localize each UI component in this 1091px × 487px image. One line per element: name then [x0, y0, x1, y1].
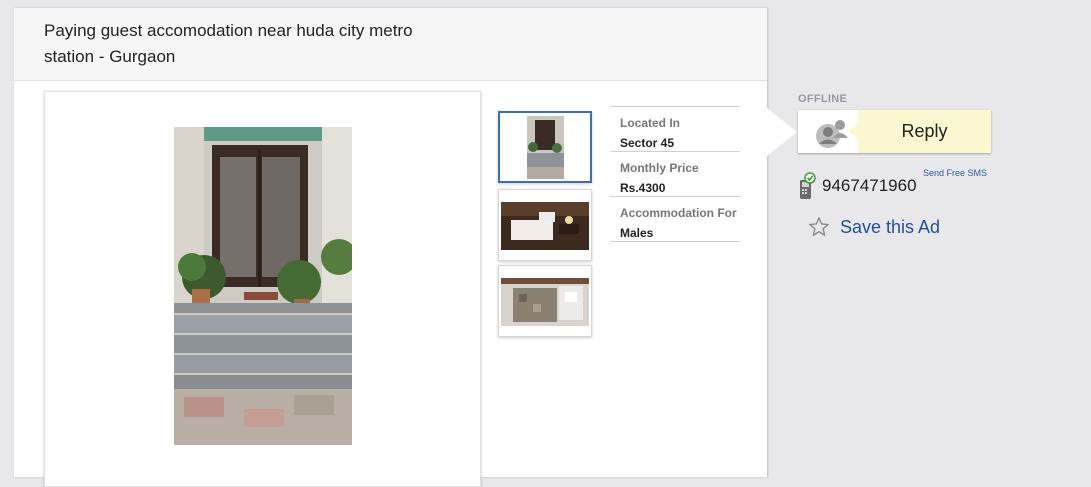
- thumbnail-bedroom[interactable]: [498, 189, 592, 261]
- attribute-value: Sector 45: [620, 136, 675, 150]
- thumbnail-entrance[interactable]: [498, 111, 592, 183]
- thumbnail-entrance-image: [500, 113, 590, 181]
- attribute-value: Males: [620, 226, 654, 240]
- attribute-label: Located In: [620, 116, 681, 130]
- attribute-location: Located In Sector 45: [610, 107, 740, 152]
- phone-number: 9467471960: [822, 176, 917, 195]
- thumbnail-bedroom-image: [499, 190, 591, 260]
- title-bar: Paying guest accomodation near huda city…: [14, 8, 767, 81]
- reply-notch: [848, 123, 858, 139]
- main-image-frame: [44, 91, 481, 487]
- attribute-accommodation: Accommodation For Males: [610, 197, 740, 242]
- save-ad-link[interactable]: Save this Ad: [840, 217, 940, 238]
- main-image[interactable]: [174, 127, 352, 445]
- attribute-label: Monthly Price: [620, 161, 699, 175]
- user-avatar-icon: [816, 120, 848, 148]
- ad-title: Paying guest accomodation near huda city…: [44, 21, 413, 66]
- ad-panel: Paying guest accomodation near huda city…: [14, 8, 767, 487]
- reply-box: Reply: [798, 110, 991, 153]
- attribute-value: Rs.4300: [620, 181, 666, 195]
- seller-status: OFFLINE: [798, 93, 848, 105]
- send-free-sms-link[interactable]: Send Free SMS: [923, 168, 987, 178]
- reply-button[interactable]: Reply: [858, 110, 991, 153]
- entrance-photo: [174, 127, 352, 445]
- ad-attributes: Located In Sector 45 Monthly Price Rs.43…: [610, 106, 740, 242]
- panel-pointer: [767, 108, 797, 156]
- thumbnail-bathroom[interactable]: [498, 265, 592, 337]
- attribute-price: Monthly Price Rs.4300: [610, 152, 740, 197]
- attribute-label: Accommodation For: [620, 206, 737, 220]
- verified-phone-icon: [800, 172, 816, 199]
- star-icon[interactable]: [808, 216, 830, 238]
- thumbnail-bathroom-image: [499, 266, 591, 336]
